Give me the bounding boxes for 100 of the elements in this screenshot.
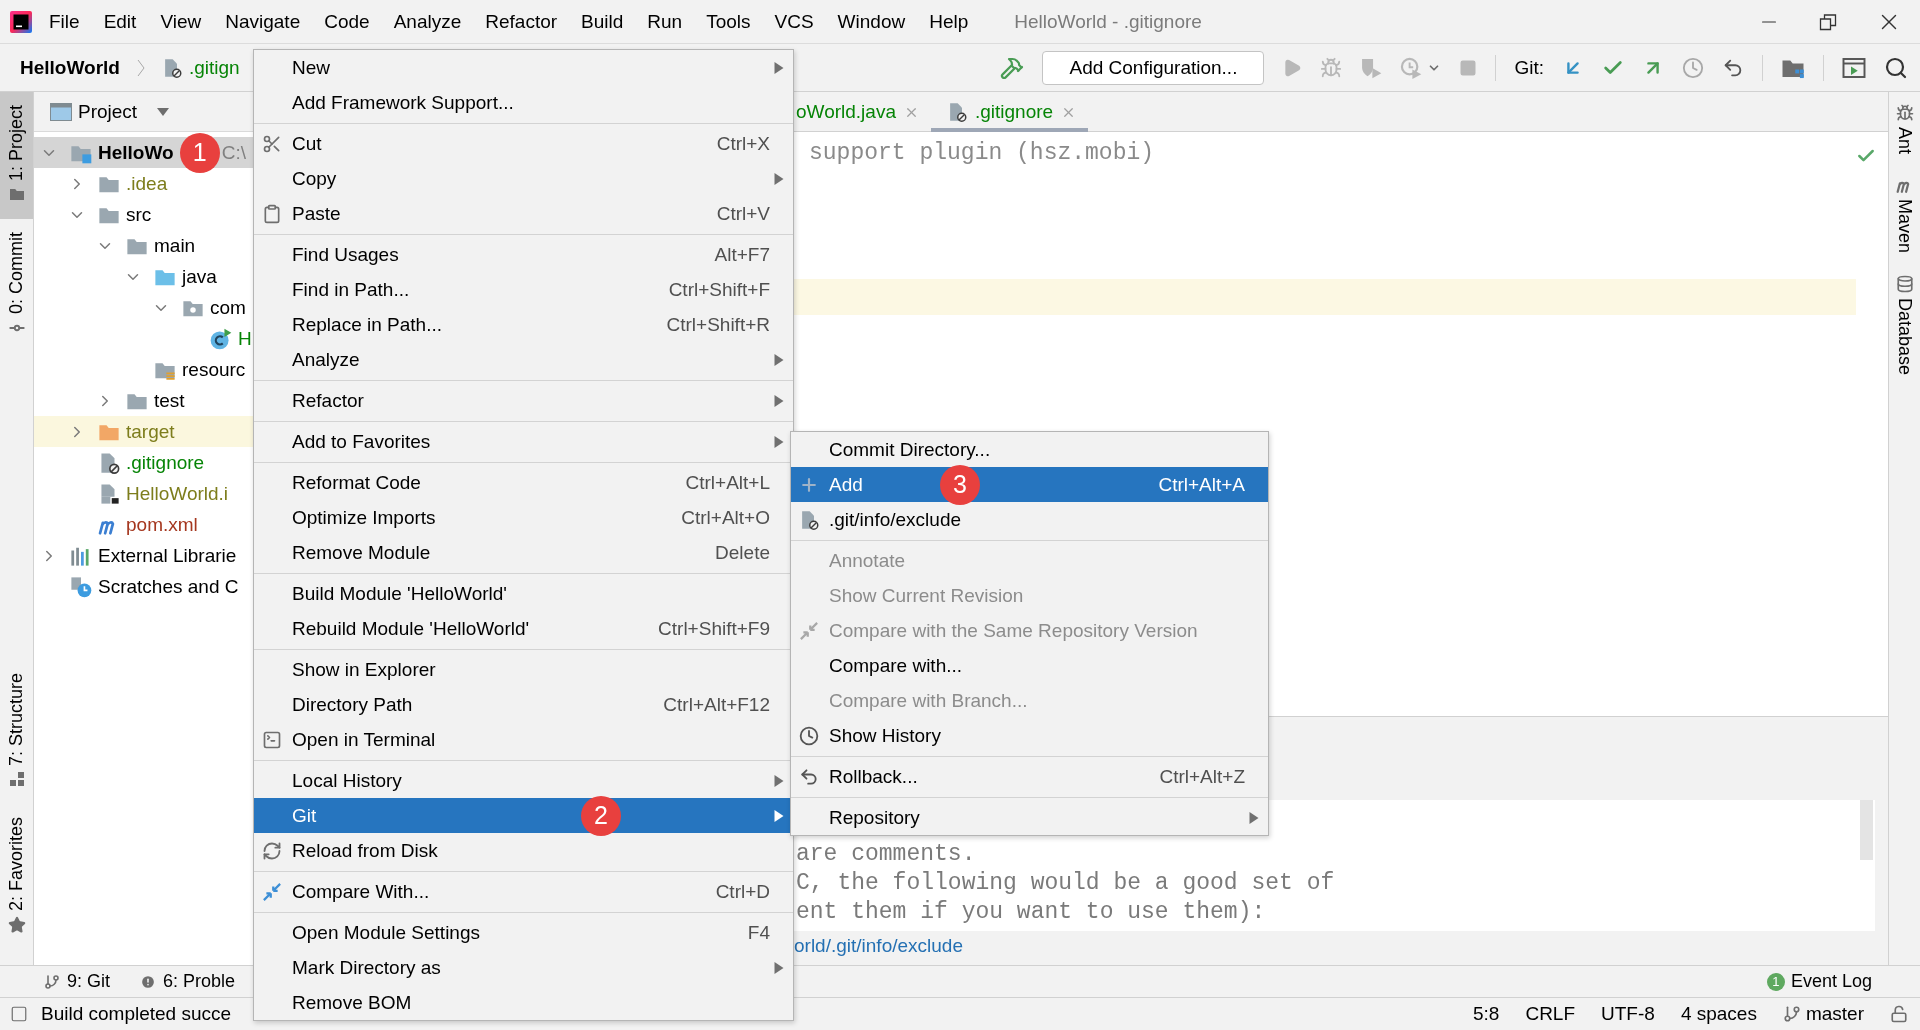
tool-window-tab[interactable]: 1: Project [0,92,33,220]
clock-icon[interactable] [1682,56,1704,79]
step-badge: 2 [581,795,621,836]
tool-window-tab[interactable]: 9: Git [44,971,110,992]
bug-icon [1895,104,1914,122]
menu-item[interactable]: Compare with... [791,648,1268,683]
menu-item[interactable]: Build Module 'HelloWorld' [254,576,793,611]
shortcut-label: Ctrl+Alt+L [685,471,770,494]
menu-item[interactable]: Analyze [254,342,793,377]
tree-item[interactable]: main [34,230,253,261]
menu-item[interactable]: File [37,5,92,38]
menu-item[interactable]: View [148,5,214,38]
menu-item[interactable]: Cut Ctrl+X [254,126,793,161]
line-separator[interactable]: CRLF [1525,1003,1576,1025]
tool-window-tab[interactable]: 7: Structure [0,659,33,804]
menu-item[interactable]: Compare With... Ctrl+D [254,874,793,909]
menu-item[interactable]: .git/info/exclude [791,502,1268,537]
menu-item[interactable]: Copy [254,161,793,196]
tree-item[interactable]: resourc [34,354,253,385]
shortcut-label: Ctrl+Shift+R [666,313,770,336]
tool-window-tab[interactable]: 6: Proble [140,971,236,992]
refresh-icon [261,840,282,861]
add-configuration-button[interactable]: Add Configuration... [1042,50,1265,85]
shortcut-label: Ctrl+X [716,132,770,155]
caret-position[interactable]: 5:8 [1473,1003,1500,1025]
menu-item[interactable]: Navigate [213,5,313,38]
menu-item[interactable]: Remove BOM [254,985,793,1020]
menu-item[interactable]: Find Usages Alt+F7 [254,237,793,272]
menu-item[interactable]: Optimize Imports Ctrl+Alt+O [254,500,793,535]
menu-item[interactable]: Paste Ctrl+V [254,196,793,231]
file-encoding[interactable]: UTF-8 [1601,1003,1655,1025]
tree-item[interactable]: H [34,323,253,354]
tree-item[interactable]: test [34,385,253,416]
restore-icon[interactable] [1818,11,1838,32]
menu-item[interactable]: Show History [791,718,1268,753]
tool-window-tab[interactable]: Maven [1889,172,1920,258]
menu-item[interactable]: Mark Directory as [254,950,793,985]
tree-item[interactable]: .gitignore [34,447,253,478]
menu-item[interactable]: Git 2 [254,798,793,833]
menu-item[interactable]: VCS [762,5,826,38]
tool-window-tab[interactable]: 2: Favorites [0,803,33,951]
file-link[interactable]: orld/.git/info/exclude [794,935,963,957]
menu-item[interactable]: Run [635,5,695,38]
tool-window-tab[interactable]: Database [1889,271,1920,380]
menu-item[interactable]: Show in Explorer [254,652,793,687]
menu-item[interactable]: Local History [254,763,793,798]
menu-item[interactable]: Open Module Settings F4 [254,915,793,950]
app-logo-icon [10,10,32,33]
menu-item[interactable]: Replace in Path... Ctrl+Shift+R [254,307,793,342]
step-badge: 3 [940,464,980,505]
tree-item[interactable]: External Librarie [34,540,253,571]
tree-item[interactable]: pom.xml [34,509,253,540]
tree-item[interactable]: target [34,416,253,447]
menu-item[interactable]: Help [917,5,981,38]
event-log-button[interactable]: 1 Event Log [1766,971,1872,992]
tree-item[interactable]: java [34,261,253,292]
menu-item[interactable]: Refactor [473,5,570,38]
breadcrumb-item[interactable]: HelloWorld [20,56,120,79]
scrollbar-thumb[interactable] [1860,800,1873,860]
tree-item[interactable]: Scratches and C [34,571,253,602]
menu-item[interactable]: Directory Path Ctrl+Alt+F12 [254,687,793,722]
menu-item[interactable]: Tools [694,5,763,38]
menu-item[interactable]: Add Framework Support... [254,85,793,120]
tool-window-tab[interactable]: Ant [1889,100,1920,159]
menu-item[interactable]: Refactor [254,383,793,418]
menu-item[interactable]: Find in Path... Ctrl+Shift+F [254,272,793,307]
open-lock-icon[interactable] [1890,1005,1908,1023]
menu-item[interactable]: Add to Favorites [254,424,793,459]
indent-setting[interactable]: 4 spaces [1680,1003,1757,1025]
tree-item[interactable]: src [34,199,253,230]
hammer-icon[interactable] [1000,55,1025,80]
menu-item[interactable]: Commit Directory... [791,432,1268,467]
git-branch[interactable]: master [1782,1003,1864,1025]
menu-item[interactable]: Open in Terminal [254,722,793,757]
menu-item[interactable]: Reload from Disk [254,833,793,868]
tree-item[interactable]: com [34,292,253,323]
editor-tab[interactable]: oWorld.java [794,92,931,132]
menu-item[interactable]: Rollback... Ctrl+Alt+Z [791,759,1268,794]
menu-item[interactable]: Analyze [381,5,474,38]
caret-down-icon [157,105,170,118]
blocks-icon [8,770,25,787]
menu-item[interactable]: Reformat Code Ctrl+Alt+L [254,465,793,500]
terminal-icon [261,729,282,750]
square-icon[interactable] [10,1005,28,1023]
undo-icon [798,766,819,787]
search-icon[interactable] [1884,55,1908,80]
menu-item[interactable]: New [254,50,793,85]
file-clock-icon [70,575,92,598]
menu-item[interactable]: Edit [91,5,149,38]
menu-item[interactable]: Build [569,5,636,38]
tree-item[interactable]: HelloWorld.i [34,478,253,509]
menu-item[interactable]: Repository [791,800,1268,835]
menu-item[interactable]: Window [825,5,918,38]
breadcrumb-item[interactable]: .gitign [188,56,240,79]
menu-item[interactable]: Remove Module Delete [254,535,793,570]
menu-item[interactable]: Code [312,5,382,38]
compare-arrows-icon [261,881,282,902]
window-play-icon[interactable] [1842,55,1866,80]
menu-item[interactable]: Rebuild Module 'HelloWorld' Ctrl+Shift+F9 [254,611,793,646]
tool-window-tab[interactable]: 0: Commit [0,219,33,355]
